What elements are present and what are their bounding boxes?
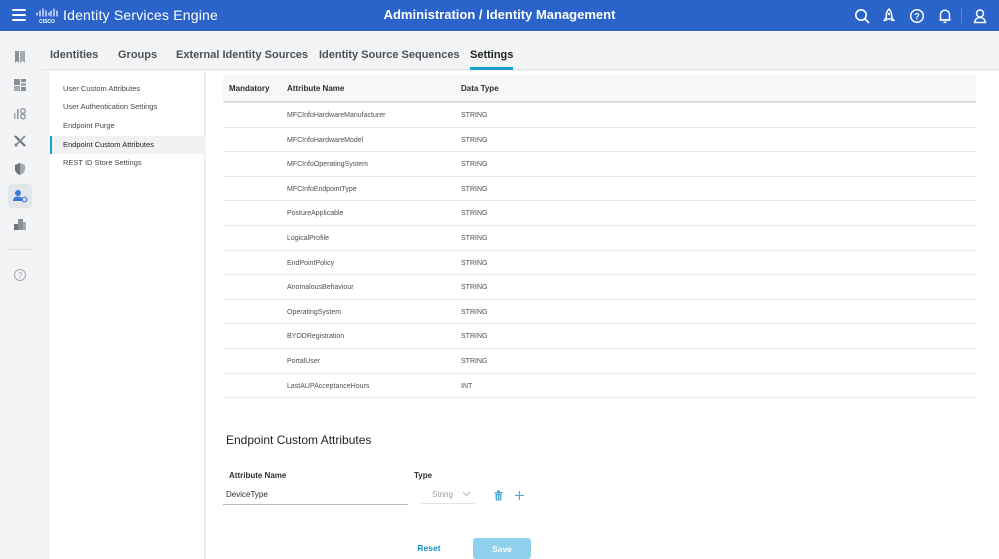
subnav-item-user-authentication-settings[interactable]: User Authentication Settings bbox=[50, 98, 205, 116]
cell-data-type: STRING bbox=[461, 210, 488, 218]
table-row[interactable]: PortalUser STRING bbox=[223, 349, 976, 374]
tab-identities[interactable]: Identities bbox=[50, 49, 98, 61]
svg-text:CISCO: CISCO bbox=[39, 19, 55, 24]
tab-groups[interactable]: Groups bbox=[118, 49, 157, 61]
cell-data-type: STRING bbox=[461, 259, 488, 267]
table-row[interactable]: BYODRegistration STRING bbox=[223, 324, 976, 349]
tab-identity-source-sequences[interactable]: Identity Source Sequences bbox=[319, 49, 460, 61]
cell-data-type: STRING bbox=[461, 357, 488, 365]
cell-data-type: STRING bbox=[461, 161, 488, 169]
subnav-item-endpoint-purge[interactable]: Endpoint Purge bbox=[50, 117, 205, 135]
top-bar: CISCO Identity Services Engine Administr… bbox=[0, 0, 999, 31]
plus-icon[interactable] bbox=[514, 490, 525, 501]
cell-attribute-name: PostureApplicable bbox=[287, 210, 344, 218]
subnav-item-rest-id-store-settings[interactable]: REST ID Store Settings bbox=[50, 154, 205, 172]
reset-button[interactable]: Reset bbox=[409, 538, 449, 558]
subnav-item-endpoint-custom-attributes[interactable]: Endpoint Custom Attributes bbox=[50, 136, 205, 154]
cell-attribute-name: LastAUPAcceptanceHours bbox=[287, 382, 370, 390]
table-row[interactable]: AnomalousBehaviour STRING bbox=[223, 275, 976, 300]
table-row[interactable]: EndPointPolicy STRING bbox=[223, 251, 976, 276]
page-title: Administration / Identity Management bbox=[383, 7, 616, 22]
menu-icon[interactable] bbox=[12, 9, 26, 21]
table-row[interactable]: MFCInfoHardwareModel STRING bbox=[223, 128, 976, 153]
bell-icon[interactable] bbox=[936, 7, 954, 25]
table-body: MFCInfoHardwareManufacturer STRING MFCInfo… bbox=[223, 103, 976, 399]
attribute-name-label: Attribute Name bbox=[229, 471, 287, 480]
endpoint-attributes-table: Mandatory Attribute Name Data Type MFCIn… bbox=[223, 75, 976, 399]
dashboard-icon[interactable] bbox=[8, 73, 32, 97]
cell-data-type: STRING bbox=[461, 333, 488, 341]
main-content: Mandatory Attribute Name Data Type MFCIn… bbox=[206, 71, 999, 559]
svg-text:?: ? bbox=[914, 11, 920, 21]
table-row[interactable]: PostureApplicable STRING bbox=[223, 201, 976, 226]
rocket-icon[interactable] bbox=[880, 7, 898, 25]
cell-data-type: INT bbox=[461, 382, 473, 390]
trash-icon[interactable] bbox=[494, 490, 503, 501]
column-header-data-type[interactable]: Data Type bbox=[461, 84, 499, 93]
cell-data-type: STRING bbox=[461, 284, 488, 292]
search-icon[interactable] bbox=[853, 7, 871, 25]
tab-settings[interactable]: Settings bbox=[470, 49, 514, 70]
table-row[interactable]: MFCInfoHardwareManufacturer STRING bbox=[223, 103, 976, 128]
section-title: Endpoint Custom Attributes bbox=[226, 433, 372, 447]
cell-data-type: STRING bbox=[461, 112, 488, 119]
bookmark-icon[interactable] bbox=[8, 45, 32, 69]
table-row[interactable]: LogicalProfile STRING bbox=[223, 226, 976, 251]
cell-attribute-name: AnomalousBehaviour bbox=[287, 284, 354, 292]
chevron-down-icon bbox=[462, 491, 471, 497]
cell-data-type: STRING bbox=[461, 136, 488, 144]
cell-attribute-name: MFCInfoHardwareModel bbox=[287, 136, 364, 144]
context-visibility-icon[interactable] bbox=[8, 101, 32, 125]
table-row[interactable]: OperatingSystem STRING bbox=[223, 300, 976, 325]
header-divider bbox=[961, 8, 962, 23]
cisco-logo: CISCO bbox=[36, 8, 58, 24]
table-row[interactable]: MFCInfoOperatingSystem STRING bbox=[223, 152, 976, 177]
cell-attribute-name: OperatingSystem bbox=[287, 308, 342, 316]
policy-icon[interactable] bbox=[8, 157, 32, 181]
rail-divider bbox=[8, 249, 32, 250]
column-header-attribute-name[interactable]: Attribute Name bbox=[287, 84, 344, 93]
operations-icon[interactable] bbox=[8, 129, 32, 153]
settings-subnav: User Custom Attributes User Authenticati… bbox=[50, 71, 205, 559]
cell-attribute-name: MFCInfoHardwareManufacturer bbox=[287, 112, 386, 119]
type-select-value: String bbox=[432, 490, 453, 499]
app-title: Identity Services Engine bbox=[63, 7, 218, 23]
administration-icon[interactable] bbox=[8, 184, 32, 208]
type-label: Type bbox=[414, 471, 433, 480]
cell-attribute-name: EndPointPolicy bbox=[287, 259, 335, 267]
save-button[interactable]: Save bbox=[473, 538, 531, 559]
svg-text:?: ? bbox=[18, 271, 23, 280]
table-header: Mandatory Attribute Name Data Type bbox=[223, 75, 976, 103]
left-rail: ? bbox=[0, 31, 41, 559]
help-icon[interactable]: ? bbox=[908, 7, 926, 25]
type-select[interactable]: String bbox=[421, 485, 475, 504]
cell-attribute-name: PortalUser bbox=[287, 357, 321, 365]
attribute-name-input[interactable] bbox=[223, 485, 408, 505]
help-icon[interactable]: ? bbox=[8, 263, 32, 287]
table-row[interactable]: LastAUPAcceptanceHours INT bbox=[223, 374, 976, 399]
cell-data-type: STRING bbox=[461, 308, 488, 316]
work-centers-icon[interactable] bbox=[8, 212, 32, 236]
user-icon[interactable] bbox=[971, 7, 989, 25]
cell-attribute-name: BYODRegistration bbox=[287, 333, 345, 341]
tab-external-identity-sources[interactable]: External Identity Sources bbox=[176, 49, 308, 61]
column-header-mandatory[interactable]: Mandatory bbox=[229, 84, 269, 93]
table-row[interactable]: MFCInfoEndpointType STRING bbox=[223, 177, 976, 202]
cell-attribute-name: LogicalProfile bbox=[287, 234, 330, 242]
cell-data-type: STRING bbox=[461, 185, 488, 193]
cell-data-type: STRING bbox=[461, 234, 488, 242]
cell-attribute-name: MFCInfoEndpointType bbox=[287, 185, 357, 193]
tab-bar: Identities Groups External Identity Sour… bbox=[41, 40, 999, 70]
subnav-item-user-custom-attributes[interactable]: User Custom Attributes bbox=[50, 80, 205, 98]
cell-attribute-name: MFCInfoOperatingSystem bbox=[287, 161, 368, 169]
